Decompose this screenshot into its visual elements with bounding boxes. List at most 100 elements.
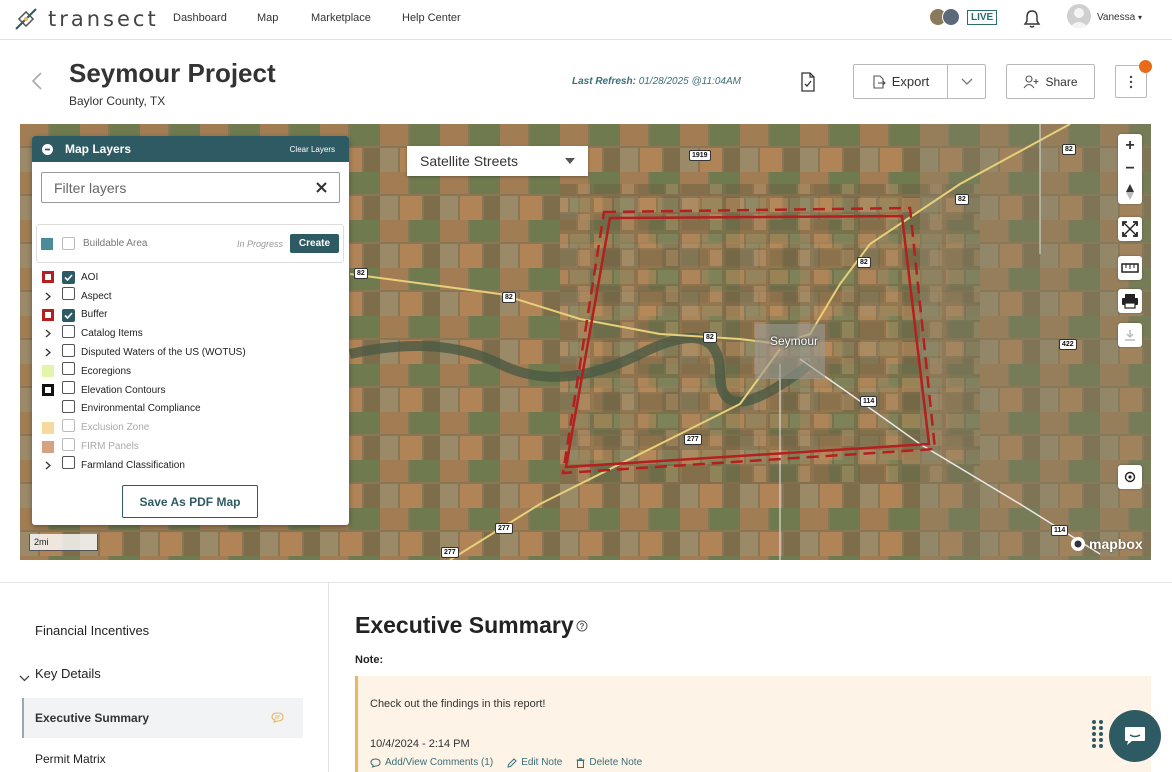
compass-icon[interactable] — [1125, 184, 1135, 201]
document-icon[interactable] — [800, 72, 816, 97]
layer-row-environmental-compliance[interactable]: Environmental Compliance — [32, 399, 349, 419]
chat-button[interactable] — [1109, 710, 1161, 762]
chevron-down-icon[interactable] — [19, 669, 30, 687]
nav-link-dashboard[interactable]: Dashboard — [173, 12, 227, 24]
layer-list: AOI Aspect Buffer Catalog Items Disputed… — [32, 268, 349, 475]
chevron-right-icon[interactable] — [45, 461, 51, 470]
layer-row-aoi[interactable]: AOI — [32, 268, 349, 287]
caret-down-icon — [565, 158, 575, 164]
clear-layers-button[interactable]: Clear Layers — [290, 145, 335, 154]
layer-row-firm-panels: FIRM Panels — [32, 437, 349, 456]
measure-button[interactable] — [1118, 256, 1142, 280]
chevron-right-icon[interactable] — [45, 329, 51, 338]
logo-text: transect — [48, 7, 159, 31]
sidebar-item-permit-matrix[interactable]: Permit Matrix — [35, 752, 106, 766]
route-shield: 114 — [1051, 525, 1069, 536]
buildable-area-label: Buildable Area — [83, 238, 148, 249]
layer-row-ecoregions[interactable]: Ecoregions — [32, 362, 349, 381]
map-scale: 2mi — [29, 534, 98, 551]
layer-row-wotus[interactable]: Disputed Waters of the US (WOTUS) — [32, 343, 349, 362]
layer-row-catalog-items[interactable]: Catalog Items — [32, 324, 349, 343]
user-menu[interactable]: Vanessa ▾ — [1097, 12, 1142, 23]
layer-label: Catalog Items — [81, 328, 143, 340]
close-icon[interactable] — [316, 182, 327, 193]
mapbox-attribution[interactable]: mapbox — [1070, 536, 1143, 552]
chat-bubble-icon — [1125, 727, 1145, 745]
ruler-icon — [1121, 263, 1139, 273]
route-shield: 82 — [502, 292, 516, 303]
last-refresh-value: 01/28/2025 @11:04AM — [638, 76, 741, 87]
nav-link-map[interactable]: Map — [257, 12, 278, 24]
map-style-value: Satellite Streets — [420, 153, 519, 169]
collapse-minus-icon[interactable] — [42, 143, 53, 155]
delete-note-link[interactable]: Delete Note — [576, 757, 642, 768]
wotus-checkbox[interactable] — [62, 343, 75, 357]
back-chevron-icon[interactable] — [30, 70, 44, 97]
sidebar-item-executive-summary[interactable]: Executive Summary — [22, 698, 303, 738]
catalog-items-checkbox[interactable] — [62, 324, 75, 338]
comment-icon — [271, 712, 284, 723]
target-icon — [1124, 471, 1136, 483]
page-subtitle: Baylor County, TX — [69, 94, 166, 108]
elevation-contours-swatch — [42, 384, 54, 397]
export-button[interactable]: Export — [854, 65, 948, 98]
environmental-compliance-checkbox[interactable] — [62, 399, 75, 413]
route-shield: 277 — [441, 547, 459, 558]
layer-row-farmland-classification[interactable]: Farmland Classification — [32, 456, 349, 475]
drag-handle-icon[interactable] — [1092, 720, 1103, 748]
locate-button[interactable] — [1118, 465, 1142, 489]
download-button[interactable] — [1118, 323, 1142, 347]
edit-note-label: Edit Note — [521, 757, 563, 768]
route-shield: 82 — [1062, 144, 1076, 155]
add-view-comments-label: Add/View Comments (1) — [385, 757, 494, 768]
aspect-checkbox[interactable] — [62, 287, 75, 301]
aoi-checkbox[interactable] — [62, 271, 75, 285]
note-timestamp: 10/4/2024 - 2:14 PM — [370, 738, 470, 750]
buffer-checkbox[interactable] — [62, 308, 75, 322]
zoom-in-icon[interactable]: + — [1125, 137, 1134, 154]
sidebar-item-key-details[interactable]: Key Details — [35, 666, 101, 681]
chevron-right-icon[interactable] — [45, 292, 51, 301]
route-shield: 82 — [857, 257, 871, 268]
share-button[interactable]: Share — [1006, 64, 1095, 99]
bell-icon[interactable] — [1023, 9, 1041, 34]
nav-link-marketplace[interactable]: Marketplace — [311, 12, 371, 24]
fullscreen-button[interactable] — [1118, 217, 1142, 241]
ecoregions-checkbox[interactable] — [62, 362, 75, 376]
project-header: Seymour Project Baylor County, TX Last R… — [0, 40, 1172, 124]
edit-note-link[interactable]: Edit Note — [507, 757, 562, 768]
collaborator-avatars[interactable] — [929, 8, 960, 26]
route-shield: 422 — [1059, 339, 1077, 350]
save-pdf-map-button[interactable]: Save As PDF Map — [122, 485, 258, 518]
sidebar-item-financial-incentives[interactable]: Financial Incentives — [35, 623, 149, 638]
layers-panel-title: Map Layers — [65, 142, 132, 156]
layer-row-aspect[interactable]: Aspect — [32, 287, 349, 306]
printer-icon — [1122, 294, 1138, 309]
user-avatar[interactable] — [1067, 4, 1091, 28]
map-style-select[interactable]: Satellite Streets — [407, 146, 588, 176]
check-icon — [64, 312, 73, 319]
export-dropdown-button[interactable] — [948, 65, 985, 98]
chevron-right-icon[interactable] — [45, 348, 51, 357]
mapbox-label: mapbox — [1089, 536, 1143, 552]
zoom-out-icon[interactable]: − — [1125, 160, 1134, 177]
exclusion-zone-checkbox — [62, 418, 75, 432]
farmland-classification-checkbox[interactable] — [62, 456, 75, 470]
buildable-area-row: Buildable Area In Progress Create — [36, 224, 344, 263]
layer-label: Buffer — [81, 309, 108, 321]
create-button[interactable]: Create — [290, 234, 339, 253]
layer-row-buffer[interactable]: Buffer — [32, 306, 349, 325]
help-icon[interactable]: ? — [576, 620, 588, 632]
elevation-contours-checkbox[interactable] — [62, 381, 75, 395]
filter-layers-input[interactable] — [54, 179, 294, 196]
sidebar-item-label: Executive Summary — [35, 711, 150, 725]
add-view-comments-link[interactable]: Add/View Comments (1) — [370, 757, 493, 768]
print-button[interactable] — [1118, 289, 1142, 313]
notification-dot — [1139, 60, 1152, 73]
layer-row-elevation-contours[interactable]: Elevation Contours — [32, 381, 349, 400]
buildable-area-checkbox[interactable] — [62, 237, 75, 250]
nav-link-help-center[interactable]: Help Center — [402, 12, 461, 24]
logo[interactable]: transect — [12, 4, 159, 34]
zoom-controls: + − — [1118, 134, 1142, 204]
filter-layers-field — [41, 172, 340, 203]
